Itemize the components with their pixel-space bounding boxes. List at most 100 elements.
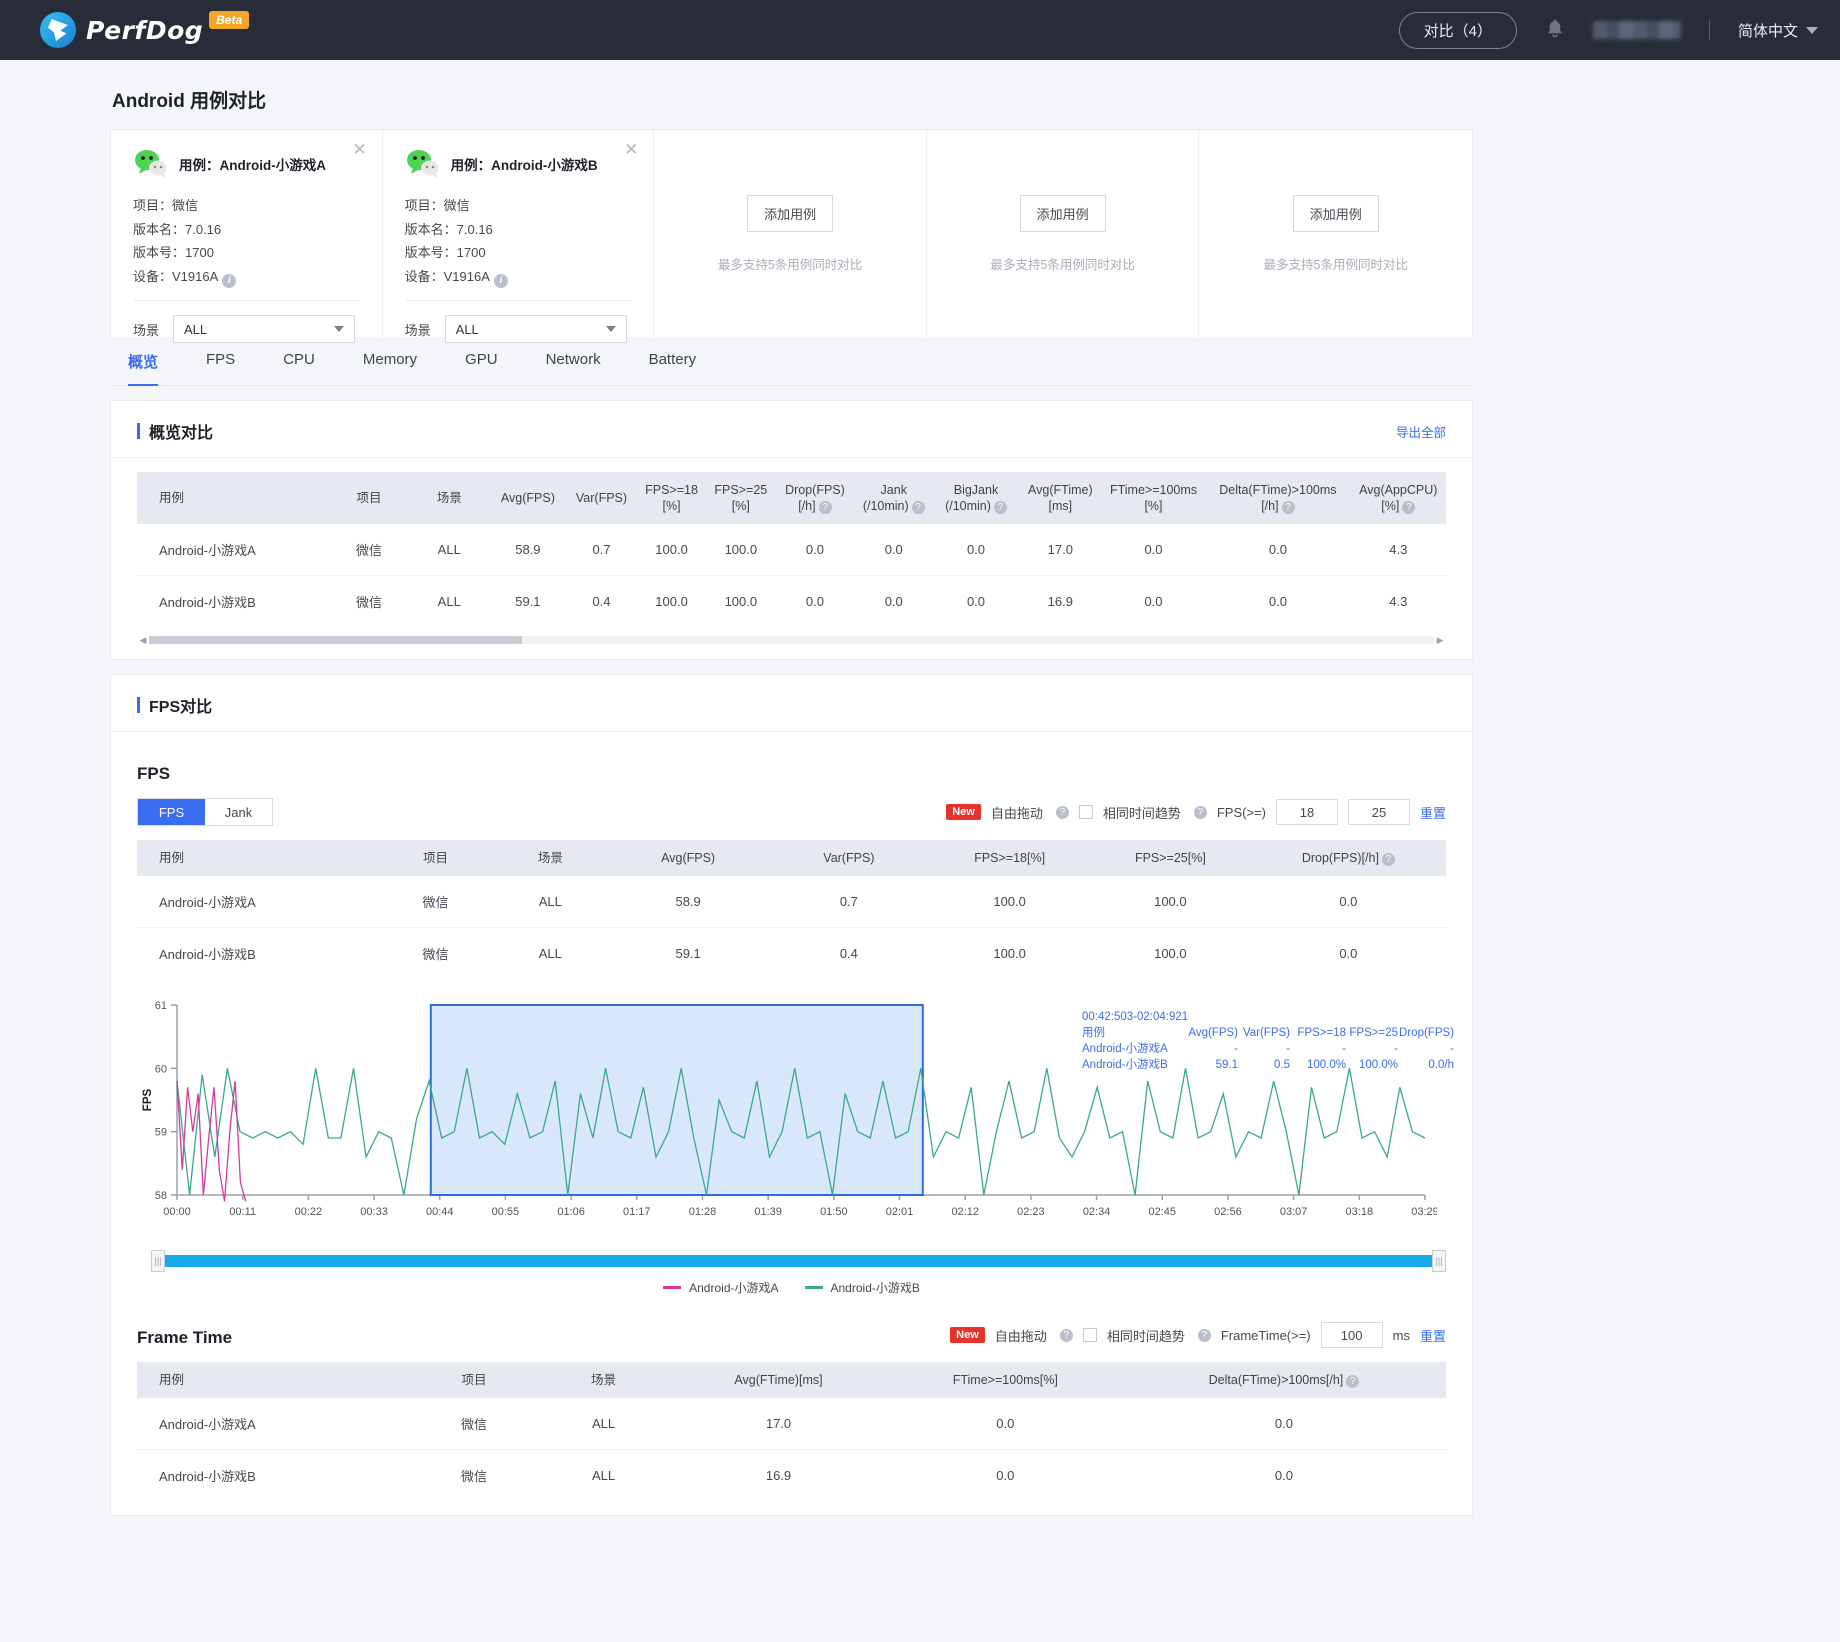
help-icon[interactable]: ?	[1281, 501, 1295, 514]
table-row: Android-小游戏A 微信 ALL 58.9 0.7 100.0 100.0…	[137, 876, 1446, 928]
help-icon[interactable]: ?	[911, 501, 925, 514]
fps-options: New 自由拖动 ? 相同时间趋势 ? FPS(>=) 重置	[946, 799, 1446, 825]
legend-swatch-a	[663, 1286, 682, 1289]
segment-jank[interactable]: Jank	[205, 799, 272, 825]
frame-time-header-row: Frame Time New 自由拖动 ? 相同时间趋势 ? FrameTime…	[137, 1310, 1446, 1348]
same-time-trend-label: 相同时间趋势	[1102, 805, 1181, 821]
scene-value: ALL	[455, 321, 479, 337]
segment-fps[interactable]: FPS	[138, 799, 205, 825]
export-all-link[interactable]: 导出全部	[1396, 422, 1446, 441]
cell-avg-appcpu: 4.3	[1350, 524, 1446, 576]
cell-fps-ge-25: 100.0	[724, 594, 758, 609]
fps-thead: 用例 项目 场景 Avg(FPS) Var(FPS) FPS>=18[%] FP…	[137, 840, 1446, 876]
legend-swatch-b	[804, 1286, 823, 1289]
fps-sub-title: FPS	[137, 764, 171, 783]
legend-label-b: Android-小游戏B	[830, 1281, 920, 1295]
svg-text:FPS: FPS	[142, 1088, 154, 1111]
close-icon[interactable]: ✕	[352, 141, 368, 158]
overview-horizontal-scrollbar[interactable]: ◀ ▶	[137, 635, 1446, 645]
frame-time-threshold-input[interactable]	[1320, 1322, 1383, 1348]
help-icon[interactable]: ?	[1346, 1375, 1360, 1388]
scrollbar-thumb[interactable]	[149, 636, 522, 644]
language-selector[interactable]: 简体中文	[1738, 20, 1818, 41]
cell-case: Android-小游戏B	[159, 1469, 256, 1484]
col-avg-ftime: Avg(FTime) [ms]	[1018, 472, 1102, 524]
compare-count-button[interactable]: 对比（4）	[1398, 11, 1517, 49]
help-icon[interactable]: ?	[1193, 805, 1207, 819]
tooltip-avg-fps: 59.1	[1215, 1059, 1238, 1071]
cell-avg-fps: 59.1	[515, 594, 541, 609]
brand-name: PerfDog	[86, 15, 204, 45]
tooltip-col-fps-ge-18: FPS>=18	[1297, 1027, 1346, 1039]
overview-table-wrap: 用例 项目 场景 Avg(FPS) Var(FPS) FPS>=18 [%] FP…	[111, 458, 1472, 627]
tab-gpu[interactable]: GPU	[441, 337, 522, 385]
tab-network[interactable]: Network	[522, 337, 625, 385]
cell-project: 微信	[355, 595, 382, 610]
same-time-trend-checkbox[interactable]	[1078, 805, 1093, 819]
tooltip-time-range: 00:42:503-02:04:921	[1082, 1011, 1189, 1023]
fps-chart[interactable]: 58 59 60 61 FPS 00:00 00:11 00:22 00:33 00:44 00:5…	[137, 997, 1454, 1247]
add-case-button[interactable]: 添加用例	[1019, 194, 1106, 232]
help-icon[interactable]: ?	[993, 501, 1007, 514]
reset-link[interactable]: 重置	[1420, 1326, 1446, 1345]
range-track[interactable]	[165, 1255, 1432, 1267]
user-name-redacted[interactable]	[1592, 21, 1681, 39]
cell-project: 微信	[409, 1398, 539, 1450]
tab-memory[interactable]: Memory	[339, 337, 441, 385]
same-time-trend-checkbox[interactable]	[1082, 1328, 1097, 1342]
cell-fps-ge-18: 100.0	[929, 876, 1090, 928]
wechat-icon	[405, 148, 441, 180]
chart-range-slider[interactable]: ||| |||	[151, 1250, 1446, 1272]
col-unit: (/10min)	[945, 499, 991, 513]
range-handle-right[interactable]: |||	[1432, 1250, 1446, 1272]
brand-logo[interactable]: PerfDog Beta	[40, 11, 253, 48]
language-label: 简体中文	[1737, 22, 1798, 40]
header-divider	[1708, 20, 1710, 40]
add-case-button[interactable]: 添加用例	[1292, 194, 1379, 232]
free-drag-label: 自由拖动	[994, 1328, 1047, 1344]
reset-link[interactable]: 重置	[1420, 803, 1446, 822]
scroll-right-icon[interactable]: ▶	[1434, 635, 1446, 646]
cell-jank: 0.0	[854, 524, 934, 576]
tab-battery[interactable]: Battery	[625, 337, 721, 385]
help-icon[interactable]: ?	[1402, 501, 1416, 514]
legend-item-b[interactable]: Android-小游戏B	[804, 1279, 920, 1296]
col-delta-ftime: Delta(FTime)>100ms[/h]?	[1121, 1362, 1446, 1398]
fps-threshold-input-1[interactable]	[1275, 799, 1338, 825]
help-icon[interactable]: ?	[1055, 805, 1069, 819]
scroll-left-icon[interactable]: ◀	[137, 635, 149, 646]
help-icon[interactable]: ?	[818, 501, 832, 514]
svg-text:01:39: 01:39	[754, 1206, 782, 1218]
col-var-fps: Var(FPS)	[566, 472, 637, 524]
frame-time-title: Frame Time	[137, 1328, 233, 1347]
fps-threshold-input-2[interactable]	[1347, 799, 1410, 825]
tooltip-col-case: 用例	[1082, 1027, 1105, 1039]
legend-item-a[interactable]: Android-小游戏A	[663, 1279, 779, 1296]
cell-bigjank: 0.0	[966, 594, 986, 609]
info-icon[interactable]: i	[222, 273, 237, 288]
tab-cpu[interactable]: CPU	[259, 337, 339, 385]
help-icon[interactable]: ?	[1197, 1328, 1211, 1342]
add-case-button[interactable]: 添加用例	[747, 194, 834, 232]
case-version-code: 版本号：1700	[133, 245, 214, 260]
svg-text:03:07: 03:07	[1280, 1206, 1308, 1218]
svg-text:02:45: 02:45	[1148, 1206, 1176, 1218]
bell-icon[interactable]	[1545, 19, 1565, 41]
tab-fps[interactable]: FPS	[182, 337, 259, 385]
card-divider	[133, 300, 360, 301]
cell-scene: ALL	[591, 1468, 616, 1483]
svg-text:58: 58	[155, 1190, 167, 1202]
tooltip-col-fps-ge-25: FPS>=25	[1349, 1027, 1398, 1039]
scrollbar-track[interactable]	[149, 636, 1434, 644]
col-fps-ge-25: FPS>=25[%]	[1090, 840, 1251, 876]
help-icon[interactable]: ?	[1059, 1328, 1073, 1342]
col-ftime-ge-100: FTime>=100ms [%]	[1101, 472, 1206, 524]
cell-fps-ge-18: 100.0	[993, 946, 1026, 961]
close-icon[interactable]: ✕	[623, 141, 639, 158]
help-icon[interactable]: ?	[1381, 853, 1395, 866]
svg-text:02:12: 02:12	[951, 1206, 979, 1218]
info-icon[interactable]: i	[493, 273, 508, 288]
tab-overview[interactable]: 概览	[112, 337, 182, 386]
range-handle-left[interactable]: |||	[151, 1250, 165, 1272]
col-label: Jank	[880, 483, 907, 497]
